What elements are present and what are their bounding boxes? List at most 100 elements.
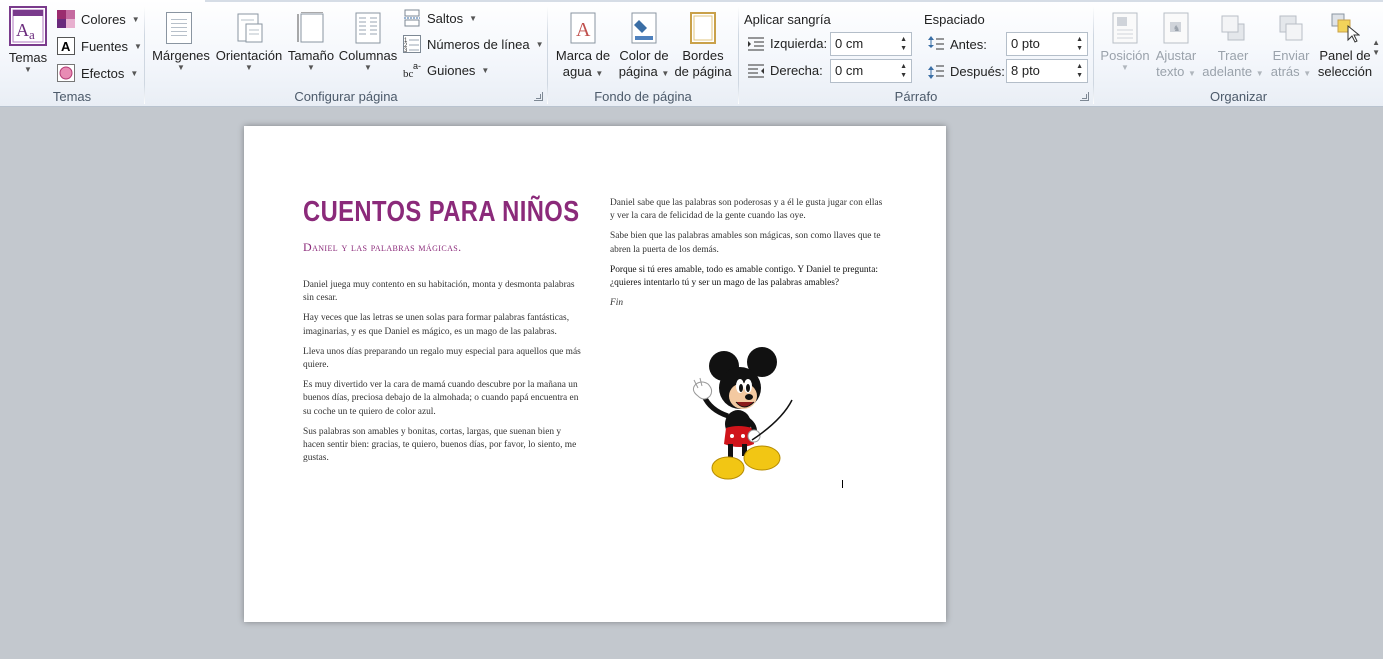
despues-field[interactable]: 8 pto ▲ ▼ — [1006, 59, 1088, 83]
spacing-after-icon — [928, 63, 944, 79]
tamano-dropdown-icon: ▼ — [307, 63, 315, 72]
spacing-before-icon — [928, 36, 944, 52]
paragraph: Daniel sabe que las palabras son poderos… — [610, 198, 883, 222]
more-icon[interactable]: ▲ ▼ — [1372, 38, 1380, 58]
numeros-linea-button[interactable]: 123 Números de línea ▼ — [403, 34, 544, 54]
izquierda-label: Izquierda: — [770, 36, 828, 51]
color-pagina-label-1: Color de — [619, 48, 669, 63]
traer-dropdown-icon: ▼ — [1255, 69, 1264, 78]
numeros-linea-label: Números de línea — [427, 36, 530, 52]
temas-label: Temas — [8, 50, 48, 65]
bring-forward-icon — [1218, 12, 1248, 44]
guiones-button[interactable]: bc a- Guiones ▼ — [403, 60, 489, 80]
mickey-mouse-image[interactable] — [688, 344, 808, 488]
despues-spinner-icon[interactable]: ▲ ▼ — [1076, 62, 1083, 80]
bordes-pagina-label-2: de página — [674, 64, 732, 79]
derecha-spinner-icon[interactable]: ▲ ▼ — [900, 62, 907, 80]
svg-text:A: A — [16, 20, 29, 40]
margenes-label: Márgenes — [152, 48, 210, 63]
paragraph: Sabe bien que las palabras amables son m… — [610, 231, 881, 255]
columnas-button[interactable]: Columnas ▼ — [338, 12, 398, 72]
bordes-pagina-button[interactable]: Bordes de página — [672, 12, 734, 80]
group-label-fondo: Fondo de página — [594, 89, 692, 104]
paragraph: Hay veces que las letras se unen solas p… — [303, 313, 570, 337]
themes-icon: A a — [9, 6, 47, 46]
colores-dropdown-icon: ▼ — [131, 14, 140, 24]
columnas-label: Columnas — [338, 48, 398, 63]
indent-left-icon — [748, 37, 764, 51]
group-temas: A a Temas ▼ Colores ▼ A Fuentes ▼ Efecto… — [0, 4, 144, 106]
indent-right-icon — [748, 64, 764, 78]
size-icon — [296, 11, 326, 44]
antes-row: Antes: — [928, 36, 987, 52]
guiones-dropdown-icon: ▼ — [481, 65, 490, 75]
line-numbers-icon: 123 — [403, 35, 421, 54]
ajustar-dropdown-icon: ▼ — [1187, 69, 1196, 78]
colores-button[interactable]: Colores ▼ — [57, 9, 140, 29]
document-page[interactable]: CUENTOS PARA NIÑOS Daniel y las palabras… — [244, 126, 946, 622]
tamano-button[interactable]: Tamaño ▼ — [285, 11, 337, 72]
izquierda-field[interactable]: 0 cm ▲ ▼ — [830, 32, 912, 56]
paragraph-fin: Fin — [610, 297, 624, 308]
saltos-label: Saltos — [427, 10, 464, 26]
numeros-linea-dropdown-icon: ▼ — [535, 39, 544, 49]
page-borders-icon — [688, 12, 718, 44]
posicion-button[interactable]: Posición ▼ — [1096, 12, 1154, 72]
orientacion-button[interactable]: Orientación ▼ — [215, 12, 283, 72]
configurar-launcher-icon[interactable] — [534, 92, 543, 101]
ajustar-label-1: Ajustar — [1155, 48, 1197, 63]
group-label-temas: Temas — [52, 89, 92, 104]
ajustar-texto-button[interactable]: ♞ Ajustar texto ▼ — [1152, 12, 1200, 82]
despues-label: Después: — [950, 63, 1005, 79]
margenes-button[interactable]: Márgenes ▼ — [149, 12, 213, 72]
derecha-value: 0 cm — [835, 63, 864, 78]
posicion-dropdown-icon: ▼ — [1121, 63, 1129, 72]
color-pagina-dropdown-icon: ▼ — [661, 69, 670, 78]
fuentes-dropdown-icon: ▼ — [133, 41, 142, 51]
ribbon: A a Temas ▼ Colores ▼ A Fuentes ▼ Efecto… — [0, 0, 1383, 107]
panel-seleccion-button[interactable]: Panel de selección — [1316, 12, 1374, 80]
svg-text:A: A — [61, 39, 71, 54]
color-pagina-label-2: página — [618, 64, 658, 79]
traer-label-1: Traer — [1217, 48, 1249, 63]
efectos-button[interactable]: Efectos ▼ — [57, 63, 138, 83]
orientacion-label: Orientación — [215, 48, 283, 63]
selection-pane-icon — [1330, 12, 1361, 44]
despues-value: 8 pto — [1011, 63, 1040, 78]
saltos-button[interactable]: Saltos ▼ — [403, 8, 477, 28]
enviar-atras-button[interactable]: Enviar atrás ▼ — [1266, 12, 1316, 82]
colors-icon — [57, 10, 75, 28]
traer-adelante-button[interactable]: Traer adelante ▼ — [1200, 12, 1266, 82]
paragraph: Porque si tú eres amable, todo es amable… — [610, 264, 878, 289]
efectos-label: Efectos — [81, 65, 125, 81]
antes-spinner-icon[interactable]: ▲ ▼ — [1076, 35, 1083, 53]
colores-label: Colores — [81, 11, 126, 27]
izquierda-value: 0 cm — [835, 36, 864, 51]
despues-row: Después: — [928, 63, 1005, 79]
antes-label: Antes: — [950, 36, 987, 52]
temas-button[interactable]: A a Temas ▼ — [4, 6, 52, 74]
fonts-icon: A — [57, 37, 75, 55]
orientacion-dropdown-icon: ▼ — [245, 63, 253, 72]
marca-agua-button[interactable]: A Marca de agua ▼ — [552, 12, 614, 82]
hyphenation-icon: bc a- — [403, 61, 421, 80]
marca-agua-label-1: Marca de — [555, 48, 611, 63]
columnas-dropdown-icon: ▼ — [364, 63, 372, 72]
right-column: Daniel sabe que las palabras son poderos… — [610, 197, 886, 317]
antes-value: 0 pto — [1011, 36, 1040, 51]
parrafo-launcher-icon[interactable] — [1080, 92, 1089, 101]
color-pagina-button[interactable]: Color de página ▼ — [614, 12, 674, 82]
marca-agua-dropdown-icon: ▼ — [595, 69, 604, 78]
panel-label-1: Panel de — [1319, 48, 1371, 63]
text-cursor — [842, 480, 843, 488]
derecha-field[interactable]: 0 cm ▲ ▼ — [830, 59, 912, 83]
margins-icon — [166, 12, 196, 44]
paragraph: Lleva unos días preparando un regalo muy… — [303, 346, 581, 371]
izquierda-spinner-icon[interactable]: ▲ ▼ — [900, 35, 907, 53]
enviar-dropdown-icon: ▼ — [1303, 69, 1312, 78]
send-backward-icon — [1276, 12, 1306, 44]
efectos-dropdown-icon: ▼ — [130, 68, 139, 78]
enviar-label-2: atrás — [1270, 64, 1300, 79]
antes-field[interactable]: 0 pto ▲ ▼ — [1006, 32, 1088, 56]
fuentes-button[interactable]: A Fuentes ▼ — [57, 36, 142, 56]
